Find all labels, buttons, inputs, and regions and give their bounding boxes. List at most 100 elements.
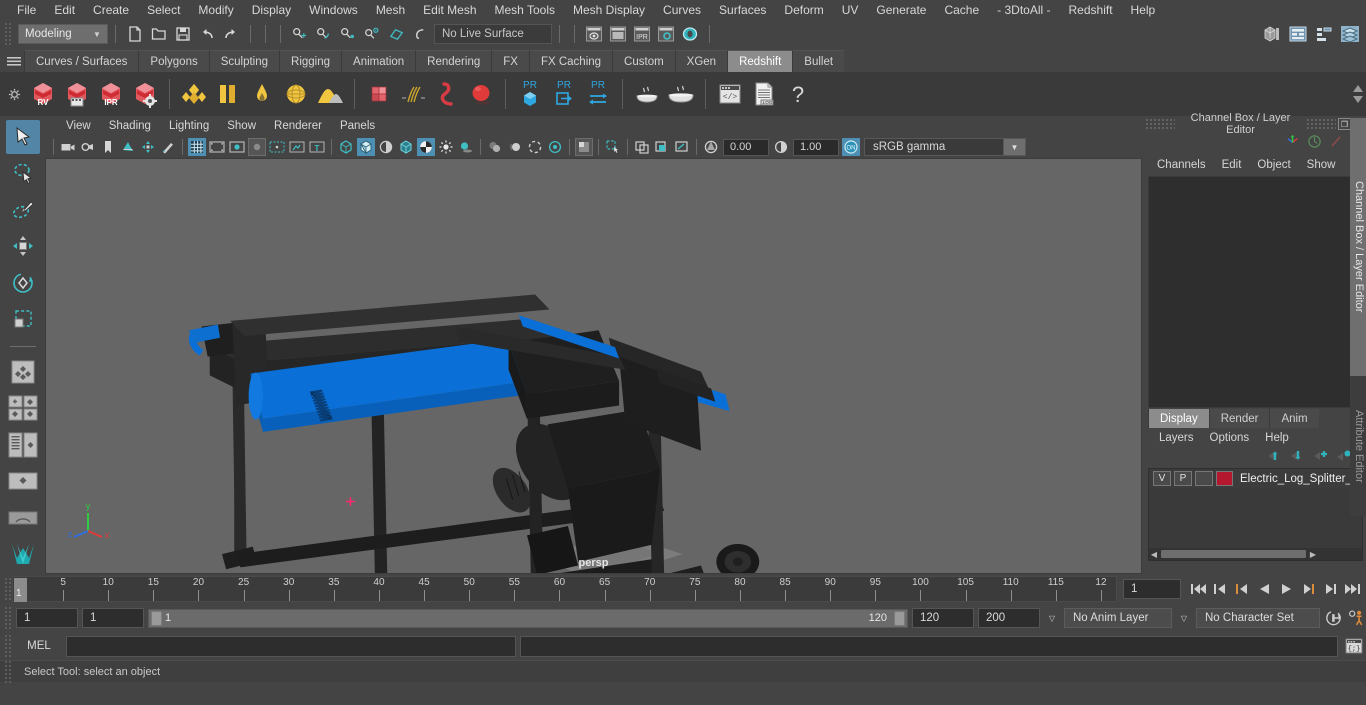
scroll-left-icon[interactable]: ◀: [1149, 550, 1159, 559]
camera-attributes-icon[interactable]: [79, 138, 97, 156]
menu-edit[interactable]: Edit: [45, 0, 84, 20]
last-tool-used[interactable]: [6, 355, 40, 389]
redshift-render-view-icon[interactable]: RV: [26, 75, 60, 113]
new-layer-icon[interactable]: [1313, 449, 1329, 465]
grease-pencil-icon[interactable]: [159, 138, 177, 156]
layer-list-horizontal-scrollbar[interactable]: ◀ ▶: [1149, 548, 1362, 560]
shelf-tab-custom[interactable]: Custom: [612, 50, 675, 72]
menu-deform[interactable]: Deform: [775, 0, 832, 20]
perspective-viewport[interactable]: y x z persp: [45, 158, 1142, 574]
viewport-menu-shading[interactable]: Shading: [100, 120, 160, 132]
show-hide-tool-settings-icon[interactable]: [1312, 22, 1336, 46]
shelf-tab-polygons[interactable]: Polygons: [138, 50, 209, 72]
layer-color-swatch[interactable]: [1216, 471, 1233, 486]
smooth-shade-all-icon[interactable]: [357, 138, 375, 156]
channel-box-menu-channels[interactable]: Channels: [1149, 159, 1214, 171]
lasso-select-tool[interactable]: [6, 157, 40, 191]
panel-grip[interactable]: [1145, 118, 1175, 130]
status-line-grip[interactable]: [4, 22, 12, 46]
live-surface-field[interactable]: No Live Surface: [434, 24, 552, 44]
channel-box-icon[interactable]: [1285, 134, 1300, 152]
channel-box-menu-object[interactable]: Object: [1249, 159, 1298, 171]
menu-generate[interactable]: Generate: [867, 0, 935, 20]
snap-to-view-plane-icon[interactable]: [409, 23, 431, 45]
maya-logo-icon[interactable]: [6, 537, 40, 571]
step-back-frame-icon[interactable]: [1233, 579, 1252, 599]
go-to-end-icon[interactable]: [1343, 579, 1362, 599]
animation-preferences-icon[interactable]: [1347, 608, 1366, 628]
color-management-toggle-icon[interactable]: ON: [842, 138, 860, 156]
menu-3dtoall[interactable]: - 3DtoAll -: [988, 0, 1059, 20]
exposure-field[interactable]: 0.00: [723, 138, 769, 156]
menu-uv[interactable]: UV: [833, 0, 868, 20]
rotate-tool[interactable]: [6, 266, 40, 300]
playback-range-slider[interactable]: 1 120: [148, 608, 908, 628]
shelf-menu-icon[interactable]: [4, 50, 24, 72]
undo-icon[interactable]: [196, 23, 218, 45]
menu-set-selector[interactable]: Modeling ▼: [18, 24, 108, 44]
redshift-pr-swap-icon[interactable]: PR: [581, 75, 615, 113]
image-plane-icon[interactable]: [119, 138, 137, 156]
snap-to-grid-icon[interactable]: [289, 23, 311, 45]
gate-mask-icon[interactable]: [248, 138, 266, 156]
move-tool[interactable]: [6, 230, 40, 264]
range-slider-grip[interactable]: [4, 606, 12, 630]
menu-curves[interactable]: Curves: [654, 0, 710, 20]
anim-layer-selector[interactable]: No Anim Layer: [1064, 608, 1172, 628]
redshift-bake-set-icon[interactable]: [664, 75, 698, 113]
shelf-tab-rigging[interactable]: Rigging: [279, 50, 342, 72]
isolate-select-icon[interactable]: [575, 138, 593, 156]
menu-surfaces[interactable]: Surfaces: [710, 0, 775, 20]
menu-windows[interactable]: Windows: [300, 0, 367, 20]
script-editor-icon[interactable]: {;}: [1342, 635, 1366, 657]
redshift-pr-export-icon[interactable]: PR: [547, 75, 581, 113]
grid-toggle-icon[interactable]: [188, 138, 206, 156]
play-backwards-icon[interactable]: [1255, 579, 1274, 599]
menu-display[interactable]: Display: [243, 0, 300, 20]
ipr-render-icon[interactable]: IPR: [631, 23, 653, 45]
command-line-grip[interactable]: [4, 634, 12, 658]
resolution-gate-icon[interactable]: [228, 138, 246, 156]
snap-to-point-icon[interactable]: [337, 23, 359, 45]
redshift-hair-icon[interactable]: [396, 75, 430, 113]
chevron-down-icon[interactable]: ▼: [1004, 138, 1026, 156]
menu-cache[interactable]: Cache: [935, 0, 988, 20]
channel-box-menu-show[interactable]: Show: [1299, 159, 1344, 171]
command-language-label[interactable]: MEL: [16, 640, 62, 652]
attribute-editor-icon[interactable]: [1307, 134, 1322, 152]
use-all-lights-icon[interactable]: [437, 138, 455, 156]
vertical-tab-channel-box[interactable]: Channel Box / Layer Editor: [1350, 118, 1366, 376]
menu-file[interactable]: File: [8, 0, 45, 20]
current-time-field[interactable]: 1: [1123, 579, 1181, 599]
shelf-options-gear-icon[interactable]: [2, 72, 26, 116]
redshift-render-sequence-icon[interactable]: [60, 75, 94, 113]
go-to-start-icon[interactable]: [1189, 579, 1208, 599]
paint-select-tool[interactable]: [6, 193, 40, 227]
vertical-tab-attribute-editor[interactable]: Attribute Editor: [1350, 376, 1366, 516]
viewport-menu-panels[interactable]: Panels: [331, 120, 384, 132]
exposure-icon[interactable]: [702, 138, 720, 156]
channel-box-menu-edit[interactable]: Edit: [1214, 159, 1250, 171]
show-hide-modeling-toolkit-icon[interactable]: [1260, 22, 1284, 46]
range-start-handle[interactable]: [151, 610, 162, 626]
redshift-proxy-icon[interactable]: [362, 75, 396, 113]
layer-menu-help[interactable]: Help: [1257, 432, 1297, 444]
select-tool[interactable]: [5, 120, 40, 154]
redshift-bake-icon[interactable]: [630, 75, 664, 113]
xray-active-components-icon[interactable]: [653, 138, 671, 156]
redshift-curve-icon[interactable]: [430, 75, 464, 113]
menu-redshift[interactable]: Redshift: [1060, 0, 1122, 20]
anim-layer-dropdown-icon[interactable]: ▽: [1176, 608, 1192, 628]
xray-joints-icon[interactable]: [633, 138, 651, 156]
range-start-field[interactable]: 1: [82, 608, 144, 628]
scale-tool[interactable]: [6, 303, 40, 337]
display-layer-list[interactable]: V P Electric_Log_Splitter_w ◀ ▶: [1148, 468, 1363, 561]
step-forward-keyframe-icon[interactable]: [1321, 579, 1340, 599]
outliner-persp-layout[interactable]: [6, 464, 40, 498]
help-line-grip[interactable]: [4, 659, 12, 684]
menu-mesh[interactable]: Mesh: [367, 0, 414, 20]
redshift-pr-object-icon[interactable]: PR: [513, 75, 547, 113]
redshift-matte-icon[interactable]: [313, 75, 347, 113]
multisample-icon[interactable]: [526, 138, 544, 156]
snap-to-projected-center-icon[interactable]: [361, 23, 383, 45]
